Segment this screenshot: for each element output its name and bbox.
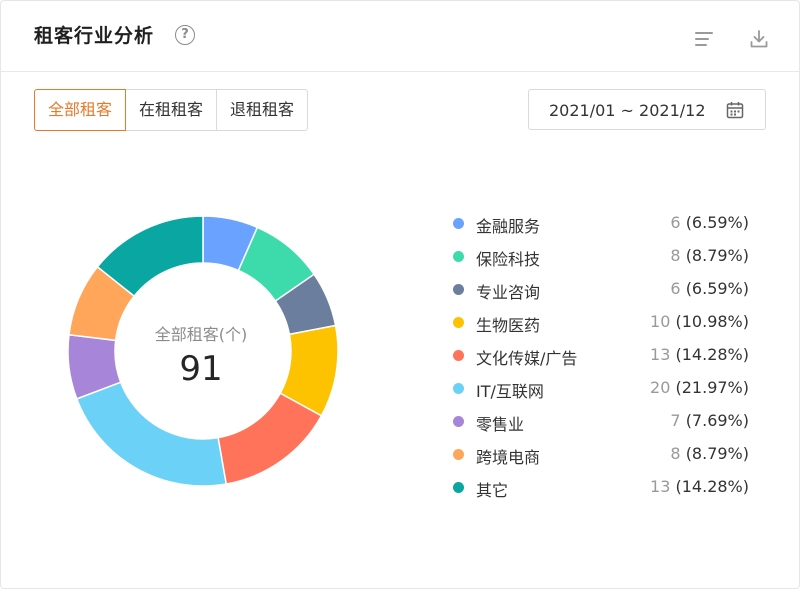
legend-count: 13 <box>650 345 671 364</box>
tab-exited-tenants[interactable]: 退租租客 <box>216 89 309 131</box>
download-icon[interactable] <box>749 29 769 49</box>
legend-item[interactable]: 跨境电商 8 (8.79%) <box>449 440 759 473</box>
card-title: 租客行业分析 <box>34 25 155 47</box>
legend-value: 8 (8.79%) <box>670 444 749 463</box>
legend-value: 6 (6.59%) <box>670 213 749 232</box>
legend-percent: (14.28%) <box>675 477 750 496</box>
chart-center-value: 91 <box>179 349 223 389</box>
legend-item[interactable]: IT/互联网 20 (21.97%) <box>449 374 759 407</box>
date-range-picker[interactable]: 2021/01 ~ 2021/12 <box>528 89 766 130</box>
legend-label: IT/互联网 <box>476 382 544 401</box>
donut-slice[interactable] <box>75 381 228 487</box>
legend-percent: (21.97%) <box>675 378 750 397</box>
legend-label: 金融服务 <box>476 217 541 236</box>
legend-label: 跨境电商 <box>476 448 541 467</box>
legend-dot <box>453 251 464 262</box>
tab-active-tenants[interactable]: 在租租客 <box>125 89 218 131</box>
legend-label: 保险科技 <box>476 250 541 269</box>
legend-label: 文化传媒/广告 <box>476 349 578 368</box>
legend-count: 8 <box>670 444 681 463</box>
legend-dot <box>453 449 464 460</box>
legend-item[interactable]: 其它 13 (14.28%) <box>449 473 759 506</box>
legend-percent: (8.79%) <box>685 246 749 265</box>
legend-value: 10 (10.98%) <box>650 312 749 331</box>
question-circle-icon[interactable]: ? <box>175 25 195 45</box>
legend-dot <box>453 383 464 394</box>
donut-slice[interactable] <box>217 392 323 485</box>
tenant-filter-tabs: 全部租客 在租租客 退租租客 <box>34 89 309 131</box>
legend-percent: (7.69%) <box>685 411 749 430</box>
legend-item[interactable]: 金融服务 6 (6.59%) <box>449 209 759 242</box>
legend-label: 其它 <box>476 481 509 500</box>
legend-item[interactable]: 文化传媒/广告 13 (14.28%) <box>449 341 759 374</box>
legend-percent: (8.79%) <box>685 444 749 463</box>
industry-analysis-card: 租客行业分析 ? 全部租客 在租租客 退租租客 2021/01 ~ 2021/1… <box>0 0 800 589</box>
legend-value: 6 (6.59%) <box>670 279 749 298</box>
legend-dot <box>453 317 464 328</box>
legend-percent: (6.59%) <box>685 279 749 298</box>
date-range-text: 2021/01 ~ 2021/12 <box>549 101 706 120</box>
legend-dot <box>453 416 464 427</box>
legend-count: 6 <box>670 213 681 232</box>
legend-label: 零售业 <box>476 415 525 434</box>
legend-count: 8 <box>670 246 681 265</box>
chart-center-label: 全部租客(个) <box>154 325 248 344</box>
legend-item[interactable]: 生物医药 10 (10.98%) <box>449 308 759 341</box>
list-icon[interactable] <box>695 31 713 47</box>
legend-count: 13 <box>650 477 671 496</box>
legend-value: 7 (7.69%) <box>670 411 749 430</box>
legend-dot <box>453 284 464 295</box>
legend-value: 8 (8.79%) <box>670 246 749 265</box>
legend-label: 生物医药 <box>476 316 541 335</box>
legend-item[interactable]: 专业咨询 6 (6.59%) <box>449 275 759 308</box>
legend-item[interactable]: 保险科技 8 (8.79%) <box>449 242 759 275</box>
legend-item[interactable]: 零售业 7 (7.69%) <box>449 407 759 440</box>
tab-all-tenants[interactable]: 全部租客 <box>34 89 127 131</box>
card-header: 租客行业分析 ? <box>1 1 799 72</box>
legend-percent: (14.28%) <box>675 345 750 364</box>
chart-legend: 金融服务 6 (6.59%) 保险科技 8 (8.79%) 专业咨询 6 (6.59%) 生… <box>449 209 759 506</box>
legend-count: 7 <box>670 411 681 430</box>
legend-count: 20 <box>650 378 671 397</box>
legend-value: 20 (21.97%) <box>650 378 749 397</box>
calendar-icon <box>726 101 744 119</box>
legend-percent: (10.98%) <box>675 312 750 331</box>
legend-label: 专业咨询 <box>476 283 541 302</box>
legend-percent: (6.59%) <box>685 213 749 232</box>
legend-count: 10 <box>650 312 671 331</box>
legend-count: 6 <box>670 279 681 298</box>
legend-dot <box>453 350 464 361</box>
legend-dot <box>453 218 464 229</box>
legend-dot <box>453 482 464 493</box>
legend-value: 13 (14.28%) <box>650 345 749 364</box>
legend-value: 13 (14.28%) <box>650 477 749 496</box>
